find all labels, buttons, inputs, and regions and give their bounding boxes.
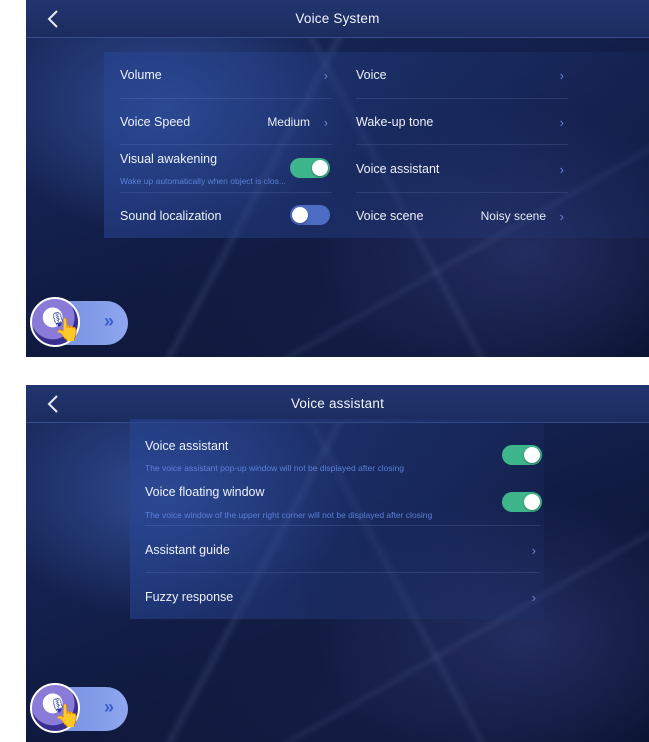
setting-label: Volume: [120, 68, 162, 82]
title-bar: Voice assistant: [26, 385, 649, 423]
voice-wake-button[interactable]: 🎙 👆 »: [30, 683, 128, 733]
chevron-right-icon: ›: [531, 589, 536, 605]
voice-assistant-screen: Voice assistant Voice assistant The voic…: [26, 385, 649, 742]
setting-label: Voice: [356, 68, 387, 82]
setting-voice-assistant[interactable]: Voice assistant ›: [356, 160, 568, 178]
setting-label: Visual awakening: [120, 152, 218, 166]
chevron-right-icon: ›: [323, 67, 328, 83]
double-chevron-right-icon: »: [103, 697, 114, 717]
toggle-knob: [524, 447, 540, 463]
setting-voice-scene[interactable]: Voice scene Noisy scene ›: [356, 207, 568, 225]
divider: [145, 525, 540, 526]
setting-label: Sound localization: [120, 209, 222, 223]
setting-label: Voice Speed: [120, 115, 191, 129]
visual-awakening-toggle[interactable]: [290, 158, 330, 178]
divider: [356, 98, 568, 99]
voice-wake-button[interactable]: 🎙 👆 »: [30, 297, 128, 347]
divider: [356, 192, 568, 193]
toggle-knob: [292, 207, 308, 223]
back-chevron-icon: [47, 10, 58, 28]
chevron-right-icon: ›: [559, 161, 564, 177]
voice-mic-hand-icon: 🎙 👆: [30, 683, 82, 733]
setting-label: Voice assistant: [145, 439, 229, 453]
setting-assistant-guide[interactable]: Assistant guide ›: [145, 541, 540, 559]
setting-voice-speed[interactable]: Voice Speed Medium ›: [120, 113, 332, 131]
page-title: Voice assistant: [290, 396, 385, 411]
divider: [145, 572, 540, 573]
setting-label: Fuzzy response: [145, 590, 234, 604]
setting-label: Voice scene: [356, 209, 424, 223]
page-title: Voice System: [295, 11, 380, 26]
divider: [120, 98, 332, 99]
back-button[interactable]: [40, 391, 66, 417]
toggle-knob: [312, 160, 328, 176]
setting-voice[interactable]: Voice ›: [356, 66, 568, 84]
setting-description: Wake up automatically when object is clo…: [120, 176, 286, 186]
back-chevron-icon: [47, 395, 58, 413]
divider: [356, 144, 568, 145]
setting-label: Assistant guide: [145, 543, 230, 557]
setting-volume[interactable]: Volume ›: [120, 66, 332, 84]
setting-wake-up-tone[interactable]: Wake-up tone ›: [356, 113, 568, 131]
setting-value: Noisy scene: [480, 209, 546, 223]
toggle-knob: [524, 494, 540, 510]
setting-label: Voice assistant: [356, 162, 440, 176]
setting-voice-floating-window: Voice floating window: [145, 483, 535, 501]
chevron-right-icon: ›: [559, 208, 564, 224]
voice-system-screen: Voice System Volume › Voice › Voice Spee…: [26, 0, 649, 357]
setting-label: Wake-up tone: [356, 115, 434, 129]
title-bar: Voice System: [26, 0, 649, 38]
setting-voice-assistant: Voice assistant: [145, 437, 535, 455]
chevron-right-icon: ›: [559, 67, 564, 83]
setting-description: The voice assistant pop-up window will n…: [145, 463, 404, 473]
sound-localization-toggle[interactable]: [290, 205, 330, 225]
voice-mic-hand-icon: 🎙 👆: [30, 297, 82, 347]
setting-description: The voice window of the upper right corn…: [145, 510, 433, 520]
setting-label: Voice floating window: [145, 485, 265, 499]
back-button[interactable]: [40, 6, 66, 32]
chevron-right-icon: ›: [559, 114, 564, 130]
divider: [120, 144, 332, 145]
voice-assistant-toggle[interactable]: [502, 445, 542, 465]
setting-fuzzy-response[interactable]: Fuzzy response ›: [145, 588, 540, 606]
chevron-right-icon: ›: [531, 542, 536, 558]
hand-icon: 👆: [54, 703, 82, 728]
double-chevron-right-icon: »: [103, 311, 114, 331]
voice-floating-window-toggle[interactable]: [502, 492, 542, 512]
chevron-right-icon: ›: [323, 114, 328, 130]
divider: [120, 192, 332, 193]
setting-value: Medium: [267, 115, 310, 129]
hand-icon: 👆: [54, 317, 82, 342]
